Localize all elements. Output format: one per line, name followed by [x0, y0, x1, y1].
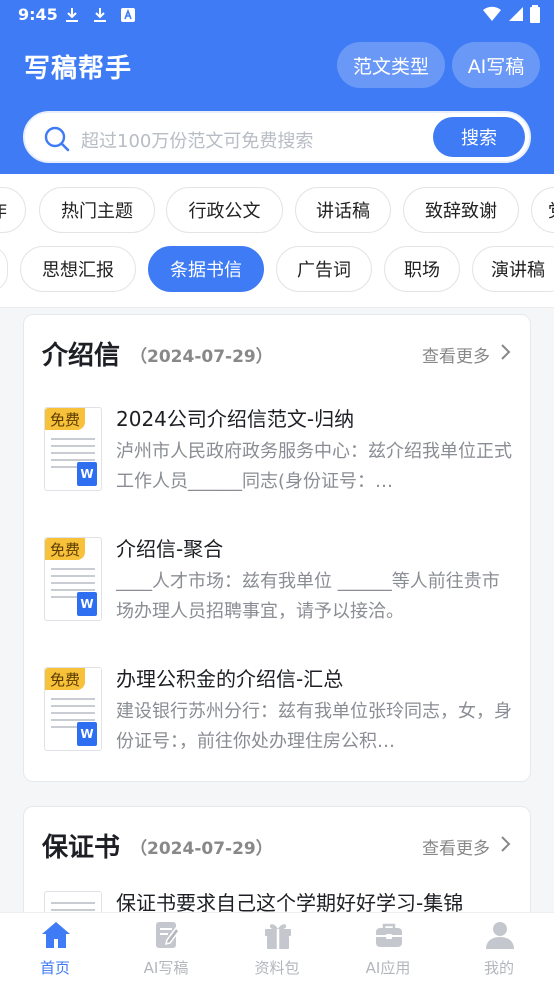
category-chip[interactable]: 作	[0, 187, 26, 233]
word-file-icon: W	[77, 592, 97, 616]
category-chip[interactable]: 演讲稿	[472, 246, 554, 292]
gift-icon	[265, 924, 291, 949]
battery-icon	[530, 5, 540, 23]
tab-materials[interactable]: 资料包	[222, 913, 332, 984]
word-file-icon: W	[77, 462, 97, 486]
chevron-right-icon[interactable]	[500, 835, 512, 853]
word-file-icon: W	[77, 722, 97, 746]
free-badge: 免费	[45, 538, 85, 560]
category-chip[interactable]: 思想汇报	[20, 246, 136, 292]
view-more-link[interactable]: 查看更多	[422, 342, 490, 367]
ai-write-button[interactable]: AI写稿	[452, 42, 540, 88]
download-icon	[66, 8, 78, 22]
document-thumbnail	[44, 891, 102, 912]
user-icon	[486, 922, 514, 949]
item-title: 2024公司介绍信范文-归纳	[116, 407, 355, 431]
article-types-button[interactable]: 范文类型	[337, 42, 445, 88]
item-description: 建设银行苏州分行：兹有我单位张玲同志，女，身份证号：，前往你处办理住房公积…	[116, 701, 512, 752]
document-thumbnail: 免费 W	[44, 537, 102, 621]
list-item[interactable]: 保证书要求自己这个学期好好学习-集锦	[44, 885, 514, 912]
item-description: ____人才市场：兹有我单位 ______等人前往贵市场办理人员招聘事宜，请予以…	[116, 571, 500, 622]
list-item[interactable]: 免费 W 2024公司介绍信范文-归纳 泸州市人民政府政务服务中心：兹介绍我单位…	[44, 401, 514, 511]
category-chips: 作 热门主题 行政公文 讲话稿 致辞致谢 党 思想汇报 条据书信 广告词 职场 …	[0, 174, 554, 308]
category-chip-active[interactable]: 条据书信	[148, 246, 264, 292]
tab-label: AI写稿	[143, 959, 189, 977]
app-title: 写稿帮手	[24, 54, 133, 84]
status-icons	[482, 5, 540, 23]
status-bar: 9:45	[0, 0, 554, 30]
category-chip[interactable]: 热门主题	[39, 187, 155, 233]
section-date: （2024-07-29）	[130, 839, 273, 859]
category-chip[interactable]	[0, 246, 8, 292]
category-chip[interactable]: 致辞致谢	[403, 187, 519, 233]
category-chip[interactable]: 讲话稿	[295, 187, 391, 233]
free-badge: 免费	[45, 668, 85, 690]
item-description: 泸州市人民政府政务服务中心：兹介绍我单位正式工作人员______同志(身份证号：…	[116, 441, 512, 492]
content-list[interactable]: 介绍信 （2024-07-29） 查看更多 免费 W 2024公司介绍信范文-归…	[0, 308, 554, 912]
wifi-icon	[483, 6, 501, 22]
free-badge: 免费	[45, 408, 85, 430]
item-title: 介绍信-聚合	[116, 537, 224, 561]
list-item[interactable]: 免费 W 办理公积金的介绍信-汇总 建设银行苏州分行：兹有我单位张玲同志，女，身…	[44, 661, 514, 771]
search-button[interactable]: 搜索	[433, 117, 525, 157]
chevron-right-icon[interactable]	[500, 343, 512, 361]
tab-home[interactable]: 首页	[0, 913, 110, 984]
signal-icon	[509, 7, 523, 21]
section-date: （2024-07-29）	[130, 347, 273, 367]
tab-ai-write[interactable]: AI写稿	[111, 913, 221, 984]
edit-icon	[156, 922, 180, 948]
download-icon	[94, 8, 106, 22]
view-more-link[interactable]: 查看更多	[422, 834, 490, 859]
category-chip[interactable]: 职场	[384, 246, 460, 292]
section-card: 保证书 （2024-07-29） 查看更多 保证书要求自己这个学期好好学习-集锦	[23, 806, 531, 912]
tab-profile[interactable]: 我的	[444, 913, 554, 984]
tab-label: 我的	[483, 959, 514, 977]
search-icon	[44, 126, 70, 152]
app-header: 9:45 写稿帮手 范文类型 AI写稿 超过100万份范文可免费搜索 搜索	[0, 0, 554, 174]
bottom-tab-bar: 首页 AI写稿 资料包 AI应用 我的	[0, 912, 554, 984]
briefcase-icon	[376, 923, 402, 947]
category-chip[interactable]: 党	[531, 187, 554, 233]
section-title: 保证书	[42, 833, 121, 863]
document-thumbnail: 免费 W	[44, 407, 102, 491]
document-thumbnail: 免费 W	[44, 667, 102, 751]
home-icon	[42, 922, 70, 948]
tab-ai-apps[interactable]: AI应用	[333, 913, 443, 984]
tab-label: 资料包	[254, 959, 300, 977]
section-title: 介绍信	[42, 341, 121, 371]
section-card: 介绍信 （2024-07-29） 查看更多 免费 W 2024公司介绍信范文-归…	[23, 314, 531, 782]
tab-label: 首页	[39, 959, 70, 977]
app-notification-icon	[121, 8, 135, 22]
category-chip[interactable]: 广告词	[276, 246, 372, 292]
status-time: 9:45	[18, 5, 58, 24]
item-title: 保证书要求自己这个学期好好学习-集锦	[116, 891, 464, 912]
search-input[interactable]: 超过100万份范文可免费搜索	[81, 127, 313, 153]
category-chip[interactable]: 行政公文	[166, 187, 283, 233]
list-item[interactable]: 免费 W 介绍信-聚合 ____人才市场：兹有我单位 ______等人前往贵市场…	[44, 531, 514, 641]
search-bar[interactable]: 超过100万份范文可免费搜索 搜索	[23, 111, 531, 163]
item-title: 办理公积金的介绍信-汇总	[116, 667, 344, 691]
tab-label: AI应用	[365, 959, 411, 977]
